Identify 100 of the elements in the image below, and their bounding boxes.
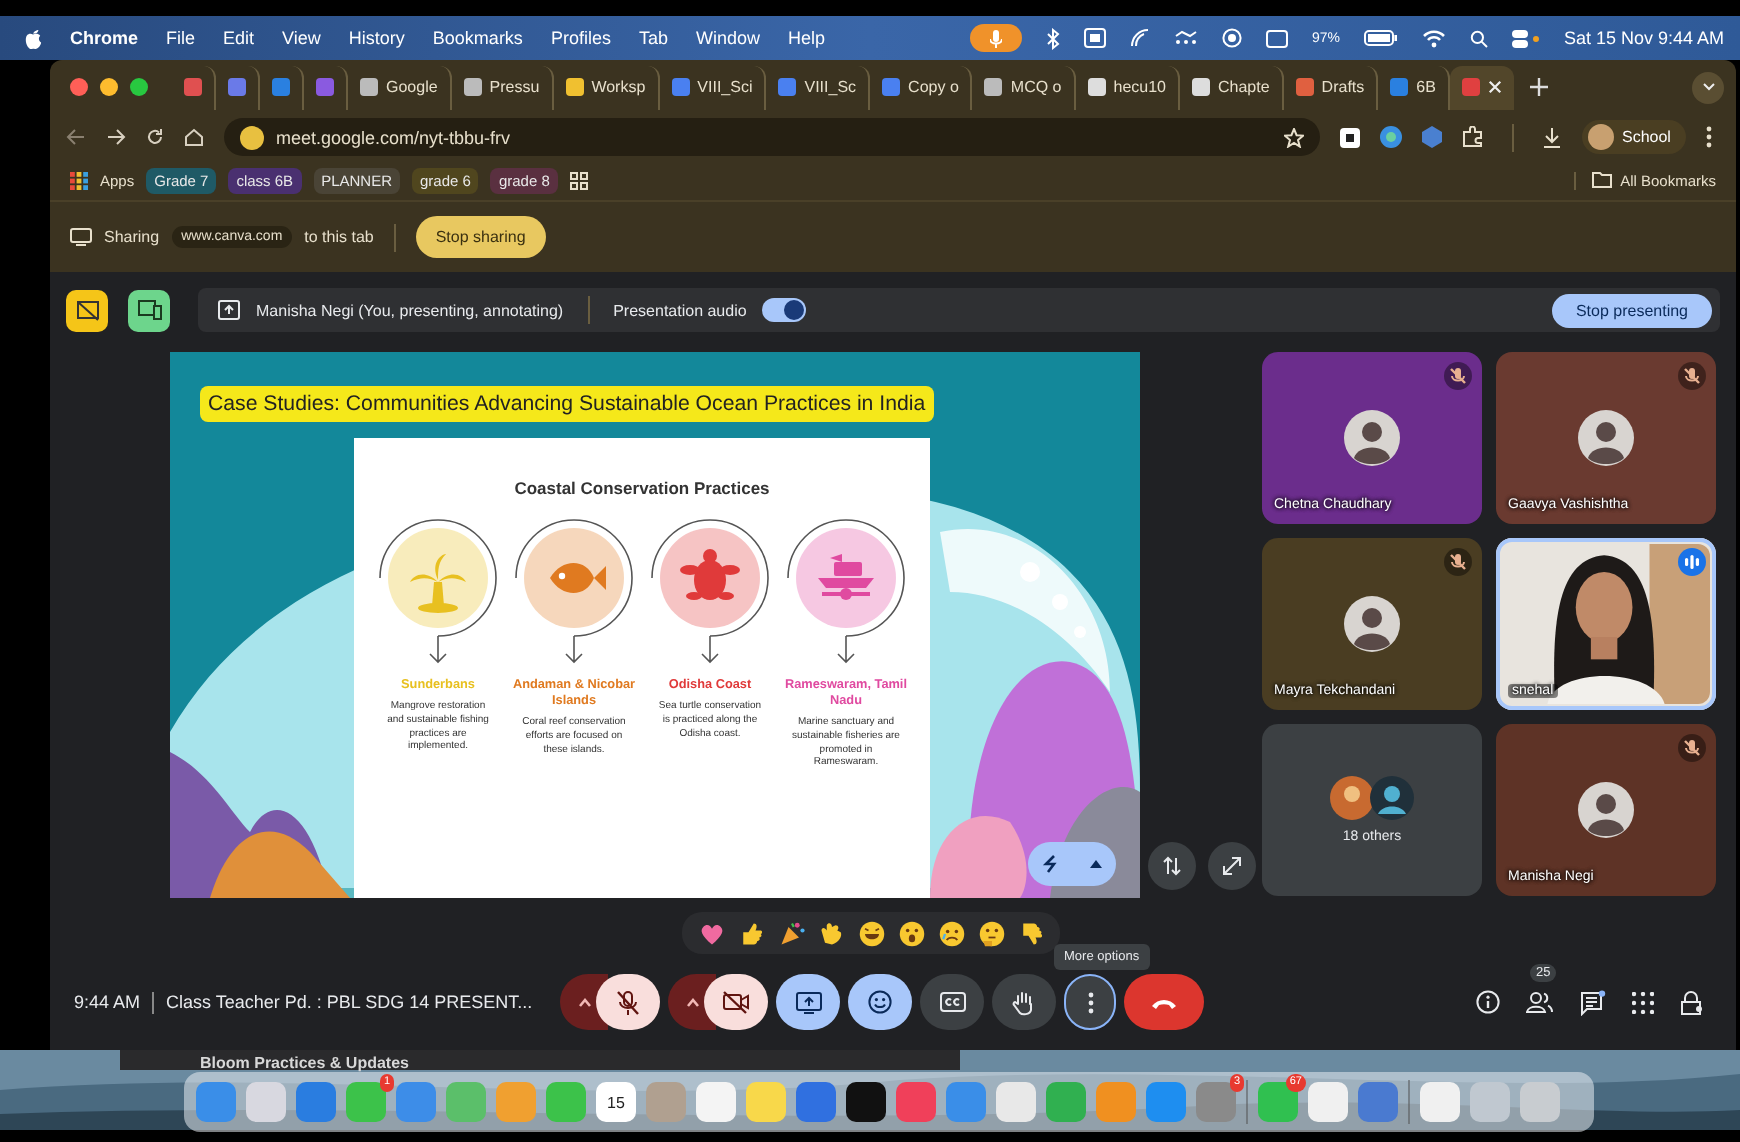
tab-title: VIII_Sc xyxy=(804,78,857,96)
meeting-time: 9:44 AM xyxy=(74,992,141,1012)
dots-icon[interactable] xyxy=(1173,30,1198,46)
browser-tab[interactable]: Copy o xyxy=(870,65,973,109)
cast-icon[interactable] xyxy=(1129,28,1150,48)
activities-button[interactable] xyxy=(1632,991,1654,1013)
browser-tab[interactable]: hecu10 xyxy=(1075,65,1180,109)
menu-icon[interactable] xyxy=(1706,126,1713,148)
expand-icon xyxy=(1222,856,1242,876)
microphone-icon xyxy=(989,29,1002,47)
wifi-icon[interactable] xyxy=(1421,29,1446,47)
fullscreen-button[interactable] xyxy=(1208,842,1256,890)
turtle-icon xyxy=(680,549,740,600)
profile-button[interactable]: School xyxy=(1582,120,1687,154)
dock-app-icon[interactable]: 15 xyxy=(596,1082,636,1122)
swap-arrows-icon xyxy=(1162,856,1182,876)
browser-tab[interactable]: Drafts xyxy=(1283,65,1379,109)
browser-tab[interactable]: Worksp xyxy=(553,65,660,109)
zoom-window-button[interactable] xyxy=(130,78,148,96)
sad-reaction-button[interactable] xyxy=(934,916,968,950)
tab-title: hecu10 xyxy=(1113,78,1166,96)
close-icon[interactable] xyxy=(1487,80,1502,94)
laugh-reaction-button[interactable] xyxy=(854,916,888,950)
browser-tab[interactable]: Pressu xyxy=(451,65,554,109)
presentation-audio-label: Presentation audio xyxy=(613,301,747,319)
presentation-audio-toggle[interactable] xyxy=(762,298,807,322)
url-text: meet.google.com/nyt-tbbu-frv xyxy=(276,127,511,147)
search-icon[interactable] xyxy=(1469,29,1488,47)
camera-off-icon xyxy=(722,990,751,1014)
apple-logo-icon[interactable] xyxy=(24,27,42,49)
chat-icon xyxy=(1580,989,1606,1015)
annotation-tool-button[interactable] xyxy=(1028,842,1116,886)
chat-button[interactable] xyxy=(1580,989,1606,1015)
bluetooth-icon[interactable] xyxy=(1045,27,1060,49)
bookmark-star-icon[interactable] xyxy=(1284,127,1304,147)
device-button[interactable] xyxy=(128,289,170,331)
menu-item[interactable]: Window xyxy=(695,28,760,48)
host-controls-button[interactable] xyxy=(1680,989,1704,1015)
site-info-icon[interactable] xyxy=(240,125,264,149)
menu-item[interactable]: History xyxy=(348,28,405,48)
download-icon[interactable] xyxy=(1542,127,1562,147)
extension-icon[interactable] xyxy=(1340,127,1360,147)
raise-hand-button[interactable] xyxy=(992,974,1057,1030)
extension-icon[interactable] xyxy=(1380,126,1402,148)
palm-tree-icon xyxy=(410,554,466,613)
control-center-icon[interactable] xyxy=(1511,29,1540,47)
browser-tab[interactable] xyxy=(1449,65,1514,109)
tab-groups-icon[interactable] xyxy=(569,171,588,189)
browser-tab[interactable]: Google xyxy=(348,65,452,109)
browser-tab[interactable]: Chapte xyxy=(1180,65,1284,109)
more-icon xyxy=(1087,991,1094,1013)
tab-title: Drafts xyxy=(1321,78,1365,96)
tab-search-button[interactable] xyxy=(1692,71,1724,103)
browser-tab[interactable]: VIII_Sci xyxy=(659,65,767,109)
record-icon[interactable] xyxy=(1221,28,1242,48)
menu-item[interactable]: Edit xyxy=(223,28,255,48)
leave-call-button[interactable] xyxy=(1124,974,1205,1030)
menu-item[interactable]: Profiles xyxy=(550,28,611,48)
stop-annotating-button[interactable] xyxy=(66,289,108,331)
more-options-button[interactable] xyxy=(1064,974,1117,1030)
back-icon[interactable] xyxy=(66,128,86,146)
extensions-icon[interactable] xyxy=(1462,126,1484,148)
window-icon[interactable] xyxy=(1083,28,1106,48)
tab-title: 6B xyxy=(1416,78,1436,96)
surprised-reaction-button[interactable] xyxy=(894,916,928,950)
menu-app-name[interactable]: Chrome xyxy=(70,28,139,48)
menu-item[interactable]: View xyxy=(282,28,321,48)
address-bar[interactable]: meet.google.com/nyt-tbbu-frv xyxy=(224,118,1320,156)
browser-tab[interactable]: 6B xyxy=(1378,65,1450,109)
minimize-window-button[interactable] xyxy=(100,78,118,96)
display-icon[interactable] xyxy=(1265,29,1288,47)
thinking-reaction-button[interactable] xyxy=(974,916,1008,950)
menu-clock[interactable]: Sat 15 Nov 9:44 AM xyxy=(1563,28,1724,48)
new-tab-icon[interactable] xyxy=(1529,78,1548,96)
browser-tab[interactable]: MCQ o xyxy=(972,65,1076,109)
camera-button[interactable] xyxy=(704,974,769,1030)
forward-icon[interactable] xyxy=(106,128,126,146)
captions-button[interactable] xyxy=(920,974,985,1030)
apps-grid-icon[interactable] xyxy=(70,171,88,189)
stop-sharing-button[interactable]: Stop sharing xyxy=(415,216,546,258)
reload-icon[interactable] xyxy=(146,128,164,146)
reposition-button[interactable] xyxy=(1148,842,1196,890)
stop-presenting-button[interactable]: Stop presenting xyxy=(1551,293,1712,327)
caret-icon xyxy=(577,997,592,1007)
microphone-button[interactable] xyxy=(596,974,661,1030)
menu-item[interactable]: Tab xyxy=(638,28,668,48)
present-button[interactable] xyxy=(776,974,841,1030)
home-icon[interactable] xyxy=(184,128,204,146)
info-icon xyxy=(1476,990,1500,1014)
meeting-details-button[interactable] xyxy=(1476,990,1500,1014)
browser-tab[interactable]: VIII_Sc xyxy=(766,65,871,109)
menu-item[interactable]: File xyxy=(166,28,196,48)
dock-app-icon[interactable] xyxy=(846,1082,886,1122)
tab-title: Copy o xyxy=(908,78,959,96)
battery-icon[interactable] xyxy=(1363,30,1398,46)
close-window-button[interactable] xyxy=(70,78,88,96)
menu-item[interactable]: Bookmarks xyxy=(432,28,523,48)
emoji-button[interactable] xyxy=(848,974,913,1030)
microphone-indicator[interactable] xyxy=(969,24,1022,52)
menu-item[interactable]: Help xyxy=(787,28,825,48)
